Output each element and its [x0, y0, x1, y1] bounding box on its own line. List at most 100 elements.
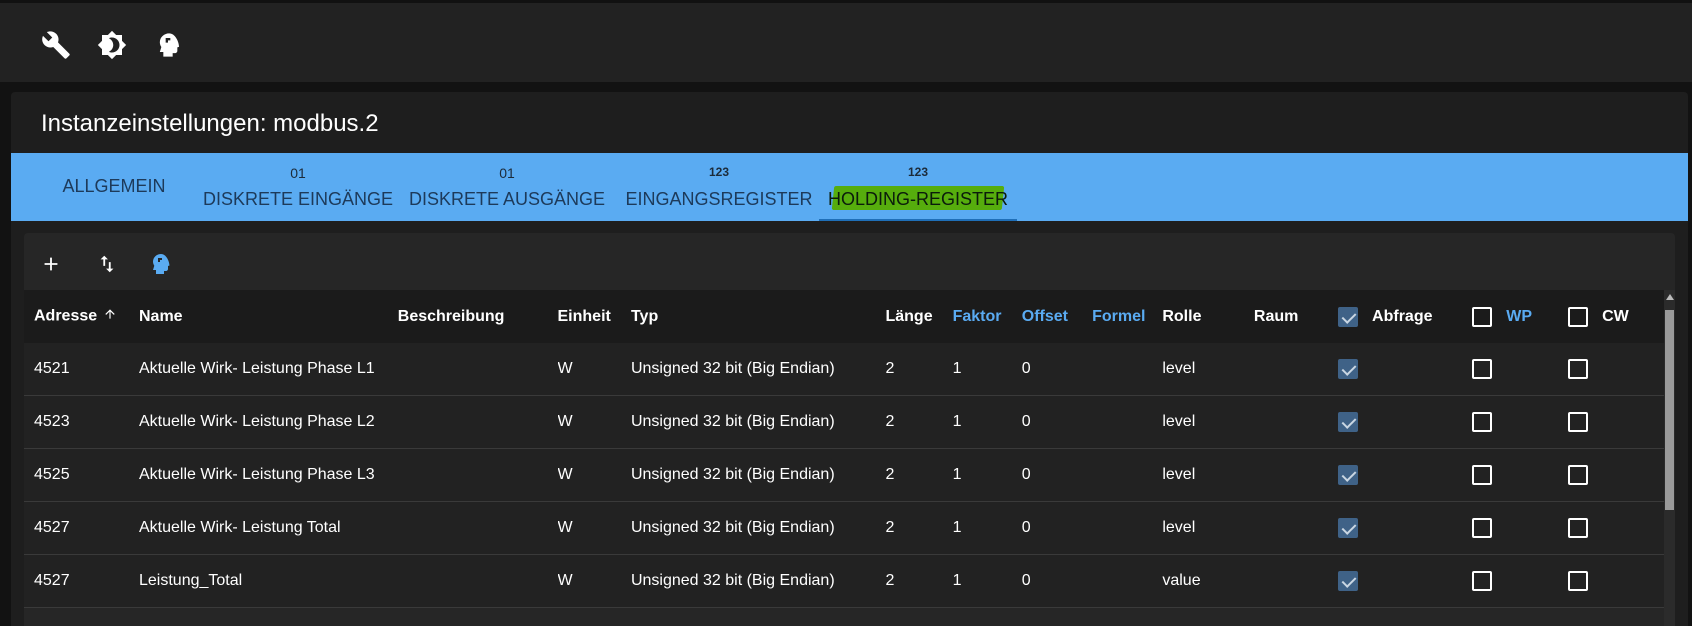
- cell-offset: 0: [1021, 360, 1031, 377]
- tab-bar: ALLGEMEIN 01 DISKRETE EINGÄNGE 01 DISKRE…: [11, 153, 1688, 221]
- abfrage-checkbox[interactable]: [1338, 412, 1359, 432]
- select-all-cw-checkbox[interactable]: [1568, 306, 1589, 327]
- tab-holding-register[interactable]: 123 HOLDING-REGISTER: [819, 153, 1017, 221]
- cell-laenge: 2: [885, 466, 895, 483]
- wp-checkbox[interactable]: [1472, 571, 1493, 591]
- cell-rolle: level: [1162, 519, 1196, 536]
- table-row[interactable]: 4527 Leistung_Total W Unsigned 32 bit (Big …: [24, 554, 1664, 608]
- scroll-up-arrow-icon[interactable]: [1666, 294, 1674, 300]
- expert-head-icon[interactable]: [145, 249, 175, 279]
- cell-raum: [1254, 343, 1338, 396]
- column-header-offset[interactable]: Offset: [1022, 290, 1092, 343]
- cell-abfrage: [1338, 555, 1472, 608]
- column-header-typ[interactable]: Typ: [631, 290, 886, 343]
- select-all-abfrage-checkbox[interactable]: [1338, 306, 1359, 327]
- cw-checkbox[interactable]: [1568, 359, 1589, 379]
- cell-formel: [1092, 502, 1162, 555]
- table-header-row: Adresse Name Beschreibung Einheit Typ Lä…: [24, 290, 1664, 343]
- cell-offset: 0: [1021, 466, 1031, 483]
- import-export-icon[interactable]: [92, 249, 122, 279]
- cell-formel: [1092, 449, 1162, 502]
- column-header-adresse[interactable]: Adresse: [24, 290, 139, 343]
- sort-ascending-icon[interactable]: [103, 307, 117, 326]
- cw-checkbox[interactable]: [1568, 518, 1589, 538]
- cell-cw: [1568, 555, 1664, 608]
- brightness-icon[interactable]: [96, 29, 128, 61]
- table-row[interactable]: 4521 Aktuelle Wirk- Leistung Phase L1 W Uns…: [24, 343, 1664, 396]
- wp-checkbox[interactable]: [1472, 518, 1493, 538]
- cell-rolle: level: [1162, 413, 1196, 430]
- cw-checkbox[interactable]: [1568, 465, 1589, 485]
- cell-adresse: 4523: [34, 413, 70, 430]
- cell-beschreibung: [398, 396, 558, 449]
- tab-badge: 01: [499, 165, 515, 181]
- wp-checkbox[interactable]: [1472, 465, 1493, 485]
- column-header-laenge[interactable]: Länge: [885, 290, 952, 343]
- tab-eingangsregister[interactable]: 123 EINGANGSREGISTER: [621, 153, 817, 221]
- cw-checkbox[interactable]: [1568, 571, 1589, 591]
- scrollbar-thumb[interactable]: [1665, 310, 1674, 510]
- wp-checkbox[interactable]: [1472, 412, 1493, 432]
- cell-raum: [1254, 449, 1338, 502]
- wrench-icon[interactable]: [40, 29, 72, 61]
- tab-allgemein[interactable]: ALLGEMEIN: [39, 153, 189, 221]
- vertical-scrollbar[interactable]: [1664, 290, 1675, 626]
- cell-abfrage: [1338, 449, 1472, 502]
- cell-beschreibung: [398, 555, 558, 608]
- column-header-name[interactable]: Name: [139, 290, 398, 343]
- cell-adresse: 4527: [34, 572, 70, 589]
- cell-abfrage: [1338, 343, 1472, 396]
- column-header-wp: WP: [1472, 290, 1568, 343]
- cell-abfrage: [1338, 502, 1472, 555]
- add-icon[interactable]: [36, 249, 66, 279]
- tab-label: HOLDING-REGISTER: [827, 189, 1009, 209]
- register-table: Adresse Name Beschreibung Einheit Typ Lä…: [24, 290, 1664, 608]
- tab-badge: 123: [907, 165, 929, 179]
- tab-label: ALLGEMEIN: [62, 176, 166, 196]
- cell-name: Aktuelle Wirk- Leistung Phase L2: [139, 413, 375, 430]
- cell-name: Aktuelle Wirk- Leistung Total: [139, 519, 341, 536]
- cell-adresse: 4527: [34, 519, 70, 536]
- column-header-formel[interactable]: Formel: [1092, 290, 1162, 343]
- cell-einheit: W: [557, 572, 573, 589]
- table-row[interactable]: 4527 Aktuelle Wirk- Leistung Total W Unsign…: [24, 501, 1664, 555]
- cell-laenge: 2: [885, 413, 895, 430]
- cell-laenge: 2: [885, 572, 895, 589]
- wp-checkbox[interactable]: [1472, 359, 1493, 379]
- abfrage-checkbox[interactable]: [1338, 518, 1359, 538]
- cell-einheit: W: [557, 519, 573, 536]
- expert-head-icon[interactable]: [152, 29, 184, 61]
- table-row[interactable]: 4523 Aktuelle Wirk- Leistung Phase L2 W Uns…: [24, 395, 1664, 449]
- column-header-faktor[interactable]: Faktor: [953, 290, 1022, 343]
- instance-settings-panel: Instanzeinstellungen: modbus.2 ALLGEMEIN…: [11, 92, 1688, 626]
- cell-typ: Unsigned 32 bit (Big Endian): [630, 413, 835, 430]
- tab-diskrete-eingaenge[interactable]: 01 DISKRETE EINGÄNGE: [203, 153, 393, 221]
- cell-typ: Unsigned 32 bit (Big Endian): [630, 519, 835, 536]
- cell-wp: [1472, 555, 1568, 608]
- cell-rolle: level: [1162, 466, 1196, 483]
- cell-name: Aktuelle Wirk- Leistung Phase L3: [139, 466, 375, 483]
- cw-checkbox[interactable]: [1568, 412, 1589, 432]
- cell-wp: [1472, 343, 1568, 396]
- column-header-beschreibung[interactable]: Beschreibung: [398, 290, 558, 343]
- cell-cw: [1568, 396, 1664, 449]
- cell-typ: Unsigned 32 bit (Big Endian): [630, 360, 835, 377]
- tab-diskrete-ausgaenge[interactable]: 01 DISKRETE AUSGÄNGE: [409, 153, 605, 221]
- tab-badge: 123: [708, 165, 730, 179]
- column-header-raum[interactable]: Raum: [1254, 290, 1338, 343]
- cell-faktor: 1: [952, 466, 962, 483]
- cell-formel: [1092, 555, 1162, 608]
- cell-typ: Unsigned 32 bit (Big Endian): [630, 572, 835, 589]
- tab-badge: 01: [290, 165, 306, 181]
- tab-label: DISKRETE AUSGÄNGE: [409, 189, 606, 209]
- select-all-wp-checkbox[interactable]: [1472, 306, 1493, 327]
- abfrage-checkbox[interactable]: [1338, 359, 1359, 379]
- cell-wp: [1472, 396, 1568, 449]
- abfrage-checkbox[interactable]: [1338, 571, 1359, 591]
- column-header-einheit[interactable]: Einheit: [558, 290, 631, 343]
- table-row[interactable]: 4525 Aktuelle Wirk- Leistung Phase L3 W Uns…: [24, 448, 1664, 502]
- cell-einheit: W: [557, 360, 573, 377]
- column-header-rolle[interactable]: Rolle: [1162, 290, 1254, 343]
- cell-formel: [1092, 396, 1162, 449]
- abfrage-checkbox[interactable]: [1338, 465, 1359, 485]
